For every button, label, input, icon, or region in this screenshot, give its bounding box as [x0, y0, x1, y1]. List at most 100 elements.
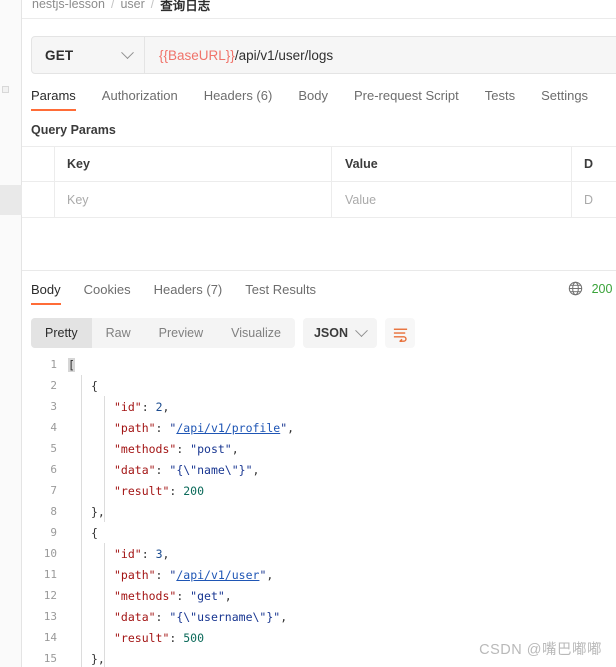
view-mode-visualize[interactable]: Visualize	[217, 318, 295, 348]
code-text: "data": "{\"username\"}",	[114, 609, 288, 624]
code-line: 12 "methods": "get",	[22, 585, 616, 606]
sidebar-resize-handle[interactable]	[0, 185, 22, 215]
response-tabs: Body Cookies Headers (7) Test Results	[31, 280, 339, 305]
header-divider	[22, 18, 616, 19]
table-header-row: Key Value D	[22, 146, 616, 182]
line-number: 14	[43, 631, 57, 644]
code-line: 3 "id": 2,	[22, 396, 616, 417]
chevron-down-icon	[355, 323, 368, 337]
response-body-toolbar: Pretty Raw Preview Visualize JSON	[31, 318, 415, 348]
response-status-bar: 200 OK	[568, 281, 616, 296]
request-response-panel: nestjs-lesson / user / 查询日志 GET {{BaseUR…	[22, 0, 616, 667]
code-text: "methods": "get",	[114, 588, 232, 603]
indent-guide	[104, 396, 105, 522]
param-description-placeholder: D	[584, 192, 594, 207]
line-number: 1	[50, 358, 57, 371]
param-key-placeholder: Key	[67, 192, 89, 207]
breadcrumb-item-request[interactable]: 查询日志	[160, 0, 210, 14]
param-value-placeholder: Value	[345, 192, 377, 207]
word-wrap-button[interactable]	[385, 318, 415, 348]
rail-badge-icon	[2, 86, 9, 93]
http-method-label: GET	[45, 47, 74, 63]
code-line: 13 "data": "{\"username\"}",	[22, 606, 616, 627]
url-input[interactable]: {{BaseURL}}/api/v1/user/logs	[145, 37, 616, 73]
param-value-input[interactable]: Value	[332, 182, 572, 217]
request-tabs: Params Authorization Headers (6) Body Pr…	[31, 86, 616, 114]
url-bar: GET {{BaseURL}}/api/v1/user/logs	[31, 36, 616, 74]
tab-tests[interactable]: Tests	[485, 86, 515, 111]
code-line: 4 "path": "/api/v1/profile",	[22, 417, 616, 438]
line-number: 5	[50, 442, 57, 455]
response-tab-test-results[interactable]: Test Results	[245, 280, 316, 305]
chevron-down-icon	[121, 45, 134, 59]
code-line: 6 "data": "{\"name\"}",	[22, 459, 616, 480]
http-method-select[interactable]: GET	[32, 37, 145, 73]
code-text: },	[91, 651, 105, 666]
word-wrap-icon	[393, 328, 407, 342]
tab-body[interactable]: Body	[298, 86, 328, 111]
tab-headers[interactable]: Headers (6)	[204, 86, 273, 111]
breadcrumb: nestjs-lesson / user / 查询日志	[32, 0, 210, 14]
breadcrumb-item-folder[interactable]: user	[120, 0, 144, 11]
watermark: CSDN @嘴巴嘟嘟	[479, 642, 602, 658]
postman-window: nestjs-lesson / user / 查询日志 GET {{BaseUR…	[0, 0, 616, 667]
code-text: "id": 3,	[114, 546, 170, 561]
param-key-input[interactable]: Key	[55, 182, 332, 217]
line-number: 13	[43, 610, 57, 623]
code-text: },	[91, 504, 105, 519]
code-text: "path": "/api/v1/profile",	[114, 420, 295, 435]
code-text: "result": 200	[114, 483, 205, 498]
breadcrumb-item-collection[interactable]: nestjs-lesson	[32, 0, 105, 11]
view-mode-pretty[interactable]: Pretty	[31, 318, 92, 348]
code-text: {	[91, 525, 98, 540]
line-number: 7	[50, 484, 57, 497]
query-params-table: Key Value D Key Value D	[22, 146, 616, 218]
response-tab-body[interactable]: Body	[31, 280, 61, 305]
line-number: 15	[43, 652, 57, 665]
tab-settings[interactable]: Settings	[541, 86, 588, 111]
code-text: "data": "{\"name\"}",	[114, 462, 260, 477]
tab-authorization[interactable]: Authorization	[102, 86, 178, 111]
line-number: 11	[43, 568, 57, 581]
column-header-key: Key	[67, 157, 90, 171]
header-checkbox-cell	[22, 147, 55, 181]
url-variable: {{BaseURL}}	[159, 47, 235, 63]
response-format-label: JSON	[313, 326, 348, 340]
line-number: 4	[50, 421, 57, 434]
breadcrumb-separator: /	[110, 0, 115, 11]
status-badge: 200 OK	[591, 281, 616, 296]
tab-params[interactable]: Params	[31, 86, 76, 111]
code-text: "id": 2,	[114, 399, 170, 414]
line-number: 9	[50, 526, 57, 539]
line-number: 12	[43, 589, 57, 602]
response-divider	[22, 270, 616, 271]
response-body-code[interactable]: 1 [2{3 "id": 2, 4 "path": "/api/v1/profile",…	[22, 354, 616, 667]
code-line: 8},	[22, 501, 616, 522]
code-text: "path": "/api/v1/user",	[114, 567, 274, 582]
query-params-title: Query Params	[31, 123, 116, 137]
view-mode-preview[interactable]: Preview	[145, 318, 217, 348]
response-format-select[interactable]: JSON	[302, 318, 377, 348]
code-lines: 1 [2{3 "id": 2, 4 "path": "/api/v1/profile",…	[22, 354, 616, 667]
param-description-input[interactable]: D	[572, 182, 616, 217]
code-line: 5 "methods": "post",	[22, 438, 616, 459]
left-sidebar-rail	[0, 0, 22, 667]
globe-icon	[568, 281, 582, 296]
tab-pre-request-script[interactable]: Pre-request Script	[354, 86, 459, 111]
code-line: 2{	[22, 375, 616, 396]
code-line: 11 "path": "/api/v1/user",	[22, 564, 616, 585]
code-text: {	[91, 378, 98, 393]
column-header-value: Value	[345, 157, 378, 171]
column-header-description: D	[584, 157, 594, 171]
code-line: 7 "result": 200	[22, 480, 616, 501]
code-text: "methods": "post",	[114, 441, 239, 456]
response-tab-headers[interactable]: Headers (7)	[154, 280, 223, 305]
breadcrumb-separator: /	[150, 0, 155, 11]
response-tab-cookies[interactable]: Cookies	[84, 280, 131, 305]
code-text: [	[68, 357, 75, 372]
line-number: 8	[50, 505, 57, 518]
view-mode-raw[interactable]: Raw	[92, 318, 145, 348]
row-checkbox-cell[interactable]	[22, 182, 55, 217]
line-number: 10	[43, 547, 57, 560]
line-number: 6	[50, 463, 57, 476]
